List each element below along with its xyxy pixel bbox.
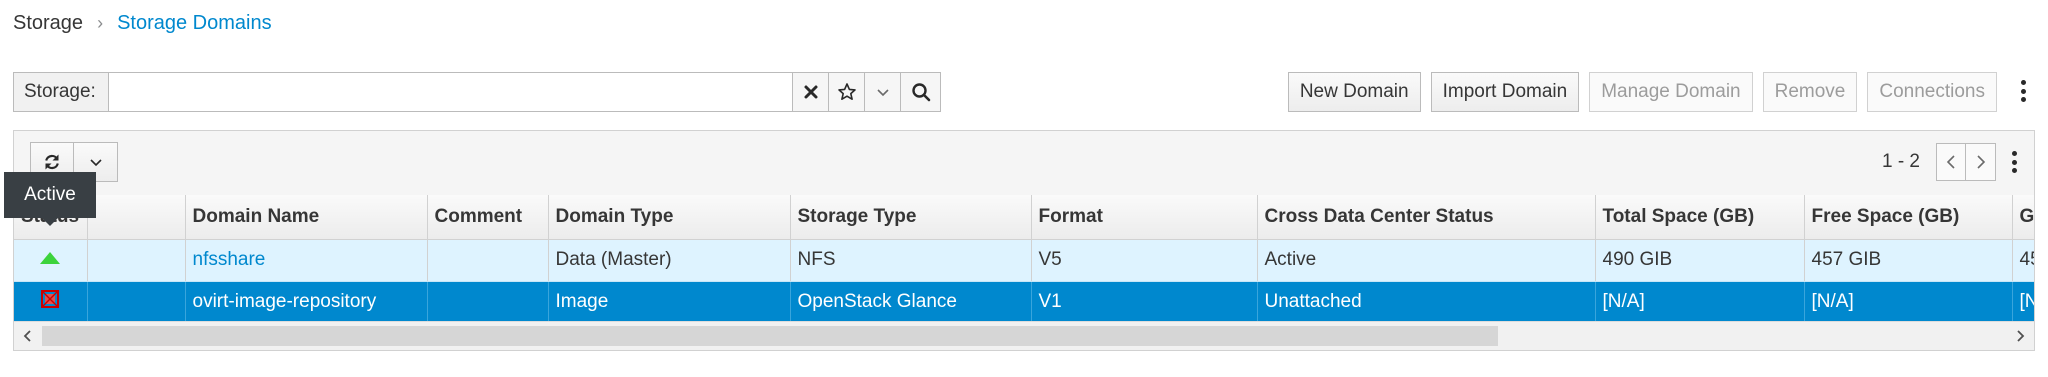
- pager: 1 - 2: [1882, 143, 2018, 181]
- column-header-guaranteed[interactable]: Gu: [2012, 195, 2034, 240]
- domain-name-link[interactable]: ovirt-image-repository: [185, 281, 428, 323]
- format-cell: V5: [1031, 239, 1258, 282]
- total-space-cell: 490 GIB: [1595, 239, 1805, 282]
- column-header-domain-type[interactable]: Domain Type: [548, 195, 791, 240]
- status-cell: [14, 239, 88, 282]
- pager-range: 1 - 2: [1881, 151, 1920, 172]
- column-header-total-space[interactable]: Total Space (GB): [1595, 195, 1805, 240]
- status-unattached-icon: [41, 290, 60, 309]
- storage-domains-grid: 1 - 2 Status Domain Name Comment Domain …: [13, 130, 2035, 351]
- domain-type-cell: Image: [548, 281, 791, 323]
- chevron-down-icon: [89, 159, 102, 167]
- storage-type-cell: NFS: [790, 239, 1032, 282]
- table-row[interactable]: nfsshare Data (Master) NFS V5 Active 490…: [14, 239, 2034, 282]
- blank-cell: [87, 281, 186, 323]
- toolbar: New Domain Import Domain Manage Domain R…: [1287, 72, 1997, 112]
- blank-cell: [87, 239, 186, 282]
- prev-page-button[interactable]: [1936, 143, 1966, 181]
- status-cell: [14, 281, 88, 323]
- grid-kebab-icon[interactable]: [2010, 151, 2018, 173]
- tooltip-arrow: [42, 218, 58, 226]
- bookmark-search-button[interactable]: [828, 73, 864, 111]
- chevron-left-icon: [23, 330, 31, 342]
- connections-button[interactable]: Connections: [1867, 72, 1997, 112]
- close-icon: [804, 85, 817, 99]
- search-label: Storage:: [14, 73, 109, 111]
- search-icon: [911, 83, 930, 102]
- clear-search-button[interactable]: [792, 73, 828, 111]
- column-header-comment[interactable]: Comment: [427, 195, 549, 240]
- storage-domains-table: Status Domain Name Comment Domain Type S…: [14, 195, 2034, 323]
- total-space-cell: [N/A]: [1595, 281, 1805, 323]
- scrollbar-thumb[interactable]: [42, 326, 1498, 346]
- chevron-right-icon: [1976, 155, 1985, 169]
- chevron-right-icon: [2017, 330, 2025, 342]
- cross-dc-status-cell: Unattached: [1257, 281, 1596, 323]
- guaranteed-cell: 457: [2012, 239, 2034, 282]
- status-tooltip: Active: [4, 172, 96, 218]
- domain-type-cell: Data (Master): [548, 239, 791, 282]
- guaranteed-cell: [N/A: [2012, 281, 2034, 323]
- column-header-format[interactable]: Format: [1031, 195, 1258, 240]
- column-header-blank: [87, 195, 186, 240]
- column-header-cross-dc-status[interactable]: Cross Data Center Status: [1257, 195, 1596, 240]
- refresh-icon: [45, 154, 59, 170]
- breadcrumb: Storage › Storage Domains: [13, 12, 272, 35]
- breadcrumb-separator: ›: [97, 13, 104, 33]
- comment-cell: [427, 239, 549, 282]
- domain-name-link[interactable]: nfsshare: [185, 239, 428, 282]
- free-space-cell: 457 GIB: [1804, 239, 2013, 282]
- breadcrumb-storage[interactable]: Storage: [13, 12, 83, 35]
- chevron-left-icon: [1946, 155, 1955, 169]
- status-up-icon: [40, 252, 61, 264]
- manage-domain-button[interactable]: Manage Domain: [1589, 72, 1753, 112]
- star-icon: [837, 83, 856, 100]
- toolbar-kebab-icon[interactable]: [2019, 80, 2027, 102]
- table-header-row: Status Domain Name Comment Domain Type S…: [14, 195, 2034, 240]
- search-bar: Storage:: [13, 72, 941, 112]
- search-input[interactable]: [109, 73, 792, 111]
- storage-type-cell: OpenStack Glance: [790, 281, 1032, 323]
- chevron-down-icon: [876, 89, 889, 97]
- next-page-button[interactable]: [1966, 143, 1996, 181]
- scroll-right-button[interactable]: [2006, 322, 2034, 350]
- new-domain-button[interactable]: New Domain: [1287, 72, 1421, 112]
- format-cell: V1: [1031, 281, 1258, 323]
- search-button[interactable]: [900, 73, 940, 111]
- import-domain-button[interactable]: Import Domain: [1430, 72, 1580, 112]
- column-header-storage-type[interactable]: Storage Type: [790, 195, 1032, 240]
- search-dropdown-button[interactable]: [864, 73, 900, 111]
- scroll-left-button[interactable]: [14, 322, 42, 350]
- remove-button[interactable]: Remove: [1762, 72, 1858, 112]
- grid-toolbar: 1 - 2: [14, 131, 2034, 195]
- breadcrumb-storage-domains[interactable]: Storage Domains: [117, 12, 272, 35]
- column-header-domain-name[interactable]: Domain Name: [185, 195, 428, 240]
- comment-cell: [427, 281, 549, 323]
- horizontal-scrollbar[interactable]: [14, 321, 2034, 350]
- table-row-selected[interactable]: ovirt-image-repository Image OpenStack G…: [14, 281, 2034, 323]
- column-header-free-space[interactable]: Free Space (GB): [1804, 195, 2013, 240]
- free-space-cell: [N/A]: [1804, 281, 2013, 323]
- cross-dc-status-cell: Active: [1257, 239, 1596, 282]
